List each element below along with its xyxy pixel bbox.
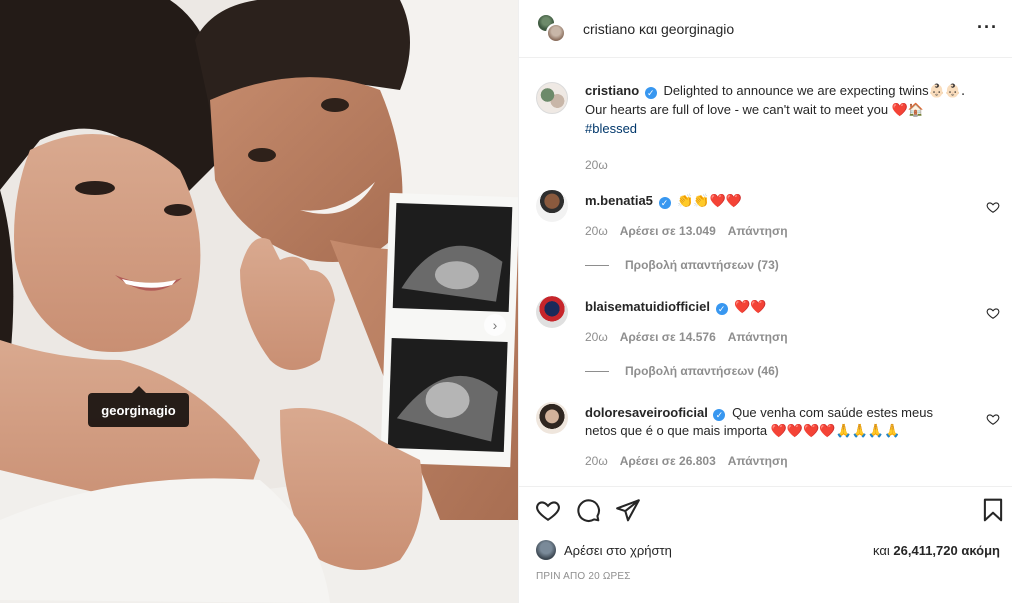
caption-emoji-end: ❤️🏠 — [891, 103, 925, 118]
caption-text-2: Our hearts are full of love - we can't w… — [585, 102, 889, 117]
view-replies-label: Προβολή απαντήσεων (46) — [625, 364, 779, 378]
avatar — [546, 22, 566, 43]
post-panel: cristiano και georginagio ··· cristiano … — [518, 0, 1012, 603]
verified-badge-icon: ✓ — [713, 409, 726, 421]
avatar[interactable] — [536, 402, 568, 434]
caption-time[interactable]: 20ω — [585, 158, 608, 172]
comment-likes[interactable]: Αρέσει σε 26.803 — [620, 454, 716, 468]
comment-icon[interactable] — [575, 497, 601, 523]
likes-summary: Αρέσει στο χρήστη και 26,411,720 ακόμη — [536, 538, 1000, 562]
avatar[interactable] — [536, 190, 568, 222]
header-title: cristiano και georginagio — [583, 21, 734, 37]
verified-badge-icon: ✓ — [715, 303, 728, 315]
hashtag-link[interactable]: #blessed — [585, 121, 637, 136]
post-timestamp[interactable]: ΠΡΙΝ ΑΠΟ 20 ΩΡΕΣ — [536, 571, 631, 582]
user-tag[interactable]: georginagio — [88, 386, 189, 427]
comment-likes[interactable]: Αρέσει σε 13.049 — [620, 224, 716, 238]
next-photo-button[interactable]: › — [484, 314, 506, 336]
user-tag-label: georginagio — [101, 402, 176, 418]
chevron-right-icon: › — [492, 317, 498, 333]
comment-username[interactable]: blaisematuidiofficiel — [585, 299, 710, 314]
comment-username[interactable]: doloresaveirooficial — [585, 405, 708, 420]
reply-button[interactable]: Απάντηση — [728, 224, 788, 238]
reply-button[interactable]: Απάντηση — [728, 454, 788, 468]
comment-like-heart-icon[interactable] — [986, 306, 1000, 320]
share-icon[interactable] — [615, 497, 641, 523]
comments-list: cristiano ✓ Delighted to announce we are… — [519, 58, 1012, 486]
post-image — [0, 0, 518, 603]
replies-line — [585, 264, 609, 266]
comment-username[interactable]: m.benatia5 — [585, 193, 653, 208]
comment-text: ❤️❤️ — [734, 300, 767, 315]
liked-by-label[interactable]: Αρέσει στο χρήστη — [564, 543, 672, 558]
comment-text: 👏👏❤️❤️ — [677, 194, 742, 209]
likes-and-label: και — [873, 542, 890, 558]
comment-like-heart-icon[interactable] — [986, 412, 1000, 426]
comment-time[interactable]: 20ω — [585, 454, 608, 468]
action-bar — [519, 486, 1012, 532]
verified-badge-icon: ✓ — [644, 87, 657, 99]
view-replies-button[interactable]: Προβολή απαντήσεων (46) — [585, 364, 779, 378]
comment-likes[interactable]: Αρέσει σε 14.576 — [620, 330, 716, 344]
post-header: cristiano και georginagio ··· — [519, 0, 1012, 58]
caption-username[interactable]: cristiano — [585, 83, 639, 98]
collab-avatars[interactable] — [536, 12, 568, 45]
comment-time[interactable]: 20ω — [585, 330, 608, 344]
heart-icon[interactable] — [535, 497, 561, 523]
reply-button[interactable]: Απάντηση — [728, 330, 788, 344]
comment-emoji: ❤️❤️❤️❤️🙏🙏🙏🙏 — [770, 424, 901, 439]
header-user-1[interactable]: cristiano — [583, 21, 635, 37]
header-joiner: και — [639, 20, 658, 37]
view-replies-label: Προβολή απαντήσεων (73) — [625, 258, 779, 272]
avatar[interactable] — [536, 540, 556, 560]
comment-time[interactable]: 20ω — [585, 224, 608, 238]
caption-emoji: 👶🏻👶🏻. — [928, 84, 966, 99]
likes-count-value: 26,411,720 ακόμη — [893, 542, 1000, 558]
bookmark-icon[interactable] — [980, 497, 1006, 523]
avatar[interactable] — [536, 82, 568, 114]
avatar[interactable] — [536, 296, 568, 328]
comment-like-heart-icon[interactable] — [986, 200, 1000, 214]
view-replies-button[interactable]: Προβολή απαντήσεων (73) — [585, 258, 779, 272]
replies-line — [585, 370, 609, 372]
caption-text: Delighted to announce we are expecting t… — [663, 83, 929, 98]
comment-text: Que venha com saúde estes meus — [732, 405, 933, 420]
verified-badge-icon: ✓ — [658, 197, 671, 209]
header-user-2[interactable]: georginagio — [661, 21, 734, 37]
comment-text-2: netos que é o que mais importa — [585, 423, 768, 438]
post-photo[interactable]: georginagio › — [0, 0, 518, 603]
likes-count[interactable]: και 26,411,720 ακόμη — [873, 543, 1000, 558]
more-dots-icon[interactable]: ··· — [977, 18, 998, 36]
